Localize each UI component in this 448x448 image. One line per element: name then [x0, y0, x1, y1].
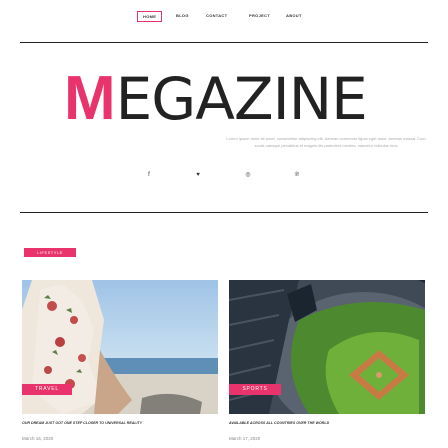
post-date: March 17, 2020 — [229, 436, 261, 441]
post-image-sports[interactable]: SPORTS — [229, 280, 425, 414]
instagram-icon[interactable]: ◎ — [243, 170, 253, 180]
nav-blog[interactable]: Blog — [176, 10, 189, 22]
nav-project[interactable]: Project — [249, 10, 270, 22]
category-badge-travel[interactable]: TRAVEL — [22, 384, 72, 395]
twitter-icon[interactable]: ♥ — [193, 170, 203, 180]
social-links: f ♥ ◎ ℗ — [0, 170, 448, 182]
nav-about[interactable]: About — [286, 10, 302, 22]
site-logo[interactable]: MEGAZINE — [64, 64, 368, 133]
post-image-travel[interactable]: TRAVEL — [22, 280, 218, 414]
facebook-icon[interactable]: f — [144, 170, 154, 180]
post-date: March 16, 2020 — [22, 436, 54, 441]
site-tagline: Lorem ipsum dolor sit amet, consectetur … — [226, 136, 426, 148]
nav-contact[interactable]: Contact — [206, 10, 227, 22]
category-badge-sports[interactable]: SPORTS — [229, 384, 281, 395]
top-nav: Home Blog Contact Project About — [0, 10, 448, 24]
pinterest-icon[interactable]: ℗ — [292, 170, 302, 180]
logo-accent-letter: M — [64, 64, 116, 133]
post-title[interactable]: Available across all countries over the … — [229, 421, 429, 425]
nav-home[interactable]: Home — [137, 11, 163, 22]
post-title[interactable]: Our dream just got one step closer to un… — [22, 421, 222, 425]
logo-wordmark: EGAZINE — [115, 65, 368, 133]
header-divider-bottom — [20, 212, 428, 213]
section-badge: LIFESTYLE — [24, 248, 76, 257]
header-divider-top — [20, 42, 428, 43]
